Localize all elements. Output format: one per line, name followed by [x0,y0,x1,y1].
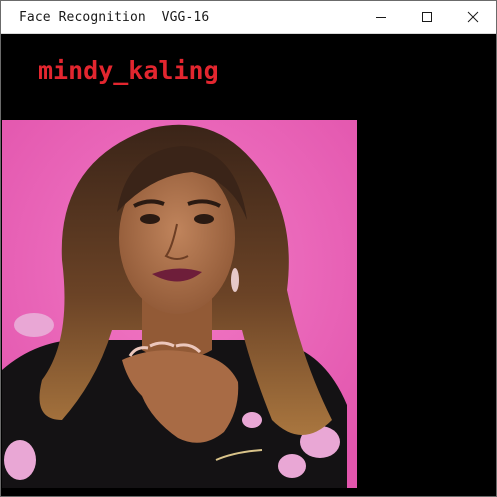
app-window: Face Recognition VGG-16 mindy_kaling [0,0,497,497]
prediction-label: mindy_kaling [38,56,219,85]
face-photo [2,120,357,488]
title-bar[interactable]: Face Recognition VGG-16 [1,1,496,34]
minimize-button[interactable] [358,1,404,33]
close-icon [467,11,479,23]
maximize-button[interactable] [404,1,450,33]
portrait-photo-icon [2,120,357,488]
maximize-icon [422,12,432,22]
close-button[interactable] [450,1,496,33]
minimize-icon [376,17,386,18]
recognition-canvas: mindy_kaling [1,34,496,496]
window-title: Face Recognition VGG-16 [19,9,210,25]
window-controls [358,1,496,33]
